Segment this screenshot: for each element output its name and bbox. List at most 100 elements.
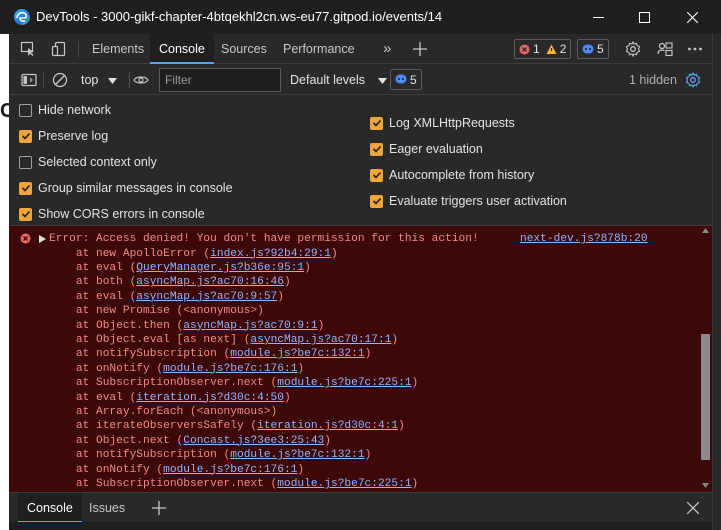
stack-frame-link[interactable]: Concast.js?3ee3:25:43	[183, 435, 324, 447]
error-message[interactable]: Error: Access denied! You don't have per…	[49, 232, 479, 246]
more-tabs-button[interactable]: »	[379, 34, 395, 64]
stack-frame-link[interactable]: index.js?92b4:29:1	[210, 248, 331, 260]
stack-frame-suffix: )	[411, 377, 419, 390]
gear-icon[interactable]	[685, 72, 701, 88]
checkbox[interactable]	[19, 207, 32, 221]
stack-frame: at Object.then (asyncMap.js?ac70:9:1)	[49, 319, 324, 333]
setting-option[interactable]: Selected context only	[19, 153, 157, 171]
checkbox[interactable]	[19, 181, 32, 195]
drawer-tab-console[interactable]: Console	[18, 493, 82, 523]
scroll-up-arrow[interactable]	[702, 228, 709, 233]
scrollbar[interactable]	[699, 226, 712, 492]
stack-frame-link[interactable]: iteration.js?d30c:4:1	[257, 420, 398, 432]
log-levels-dropdown[interactable]: Default levels	[290, 65, 387, 95]
stack-frame-link[interactable]: module.js?be7c:176:1	[163, 363, 297, 375]
stack-frame-link[interactable]: module.js?be7c:225:1	[277, 478, 411, 490]
gear-icon[interactable]	[625, 41, 641, 57]
plus-icon[interactable]	[151, 500, 167, 516]
stack-frame: at eval (iteration.js?d30c:4:50)	[49, 391, 291, 405]
console-messages: Error: Access denied! You don't have per…	[9, 226, 712, 492]
setting-option[interactable]: Show CORS errors in console	[19, 205, 205, 223]
issues-icon	[582, 44, 594, 53]
stack-frame: at onNotify (module.js?be7c:176:1)	[49, 463, 304, 477]
scroll-down-arrow[interactable]	[702, 483, 709, 488]
stack-frame-link[interactable]: asyncMap.js?ac70:17:1	[250, 334, 391, 346]
console-toolbar: top Default levels 5 1 hidden	[9, 65, 712, 95]
stack-frame-text: at notifySubscription (	[49, 449, 231, 462]
device-icon[interactable]	[51, 41, 67, 57]
stack-frame-text: at Object.eval [as next] (	[49, 333, 251, 346]
close-window-button[interactable]	[669, 0, 715, 34]
maximize-button[interactable]	[621, 0, 667, 34]
stack-frame-text: at onNotify (	[49, 463, 164, 476]
checkbox[interactable]	[19, 103, 32, 117]
issues-count: 5	[597, 42, 604, 56]
stack-frame: at iterateObserversSafely (iteration.js?…	[49, 419, 405, 433]
stack-frame-link[interactable]: module.js?be7c:225:1	[277, 377, 411, 389]
stack-frame-suffix: )	[391, 333, 399, 346]
stack-frame-text: at eval (	[49, 261, 137, 274]
checkbox[interactable]	[19, 129, 32, 143]
checkbox[interactable]	[370, 116, 383, 130]
warning-triangle-icon	[546, 44, 557, 54]
stack-frame-link[interactable]: asyncMap.js?ac70:16:46	[136, 276, 284, 288]
setting-label: Evaluate triggers user activation	[389, 194, 567, 208]
error-source-link[interactable]: next-dev.js?878b:20	[520, 233, 648, 245]
checkbox[interactable]	[370, 194, 383, 208]
context-selector[interactable]: top	[75, 65, 123, 95]
checkbox[interactable]	[19, 155, 32, 169]
scrollbar-thumb[interactable]	[701, 334, 710, 460]
tab-console[interactable]: Console	[150, 34, 214, 64]
clear-icon[interactable]	[52, 72, 68, 88]
stack-frame-text: at SubscriptionObserver.next (	[49, 377, 278, 390]
eye-icon[interactable]	[133, 72, 149, 88]
setting-option[interactable]: Hide network	[19, 101, 111, 119]
drawer-tab-issues[interactable]: Issues	[80, 493, 134, 523]
filter-input[interactable]	[159, 68, 281, 92]
setting-option[interactable]: Preserve log	[19, 127, 108, 145]
checkbox[interactable]	[370, 142, 383, 156]
setting-option[interactable]: Eager evaluation	[370, 140, 483, 158]
setting-option[interactable]: Autocomplete from history	[370, 166, 534, 184]
checkmark-icon	[372, 119, 381, 127]
stack-frame-link[interactable]: module.js?be7c:176:1	[163, 464, 297, 476]
more-icon[interactable]	[687, 41, 703, 57]
stack-frame-link[interactable]: asyncMap.js?ac70:9:57	[136, 291, 277, 303]
connect-icon[interactable]	[657, 41, 673, 57]
checkbox[interactable]	[370, 168, 383, 182]
error-warning-badge[interactable]: 1 2	[514, 39, 572, 59]
stack-frame-suffix: )	[398, 420, 405, 433]
warning-count: 2	[559, 42, 567, 56]
minimize-button[interactable]	[575, 0, 621, 34]
console-settings-panel: Hide network Preserve log Selected context…	[9, 95, 712, 226]
stack-frame-link[interactable]: asyncMap.js?ac70:9:1	[183, 320, 317, 332]
stack-frame-link[interactable]: iteration.js?d30c:4:50	[136, 392, 284, 404]
tab-performance[interactable]: Performance	[274, 34, 364, 64]
setting-option[interactable]: Log XMLHttpRequests	[370, 114, 515, 132]
expand-arrow-icon[interactable]	[39, 235, 46, 243]
setting-label: Selected context only	[38, 155, 157, 169]
title-bar[interactable]: DevTools - 3000-gikf-chapter-4btqekhl2cn…	[0, 0, 721, 34]
sidebar-icon[interactable]	[21, 72, 37, 88]
setting-option[interactable]: Evaluate triggers user activation	[370, 192, 567, 210]
console-issues-badge-content: 5	[395, 73, 417, 87]
window-edge	[712, 34, 721, 530]
stack-frame-suffix: )	[297, 362, 305, 375]
tab-elements[interactable]: Elements	[82, 34, 154, 64]
tab-sources[interactable]: Sources	[212, 34, 276, 64]
stack-frame-text: at eval (	[49, 290, 137, 303]
stack-frame-link[interactable]: module.js?be7c:132:1	[230, 449, 364, 461]
plus-icon[interactable]	[412, 41, 428, 57]
devtools-panel: Elements Console Sources Performance » 1…	[9, 34, 712, 530]
issues-badge[interactable]: 5	[577, 39, 609, 59]
setting-option[interactable]: Group similar messages in console	[19, 179, 233, 197]
console-issues-badge[interactable]: 5	[390, 69, 422, 90]
stack-frame: at SubscriptionObserver.next (module.js?…	[49, 376, 418, 390]
console-issues-count: 5	[410, 72, 417, 87]
close-icon[interactable]	[687, 502, 699, 514]
inspect-icon[interactable]	[20, 41, 36, 57]
caret-down-icon	[107, 77, 117, 84]
stack-frame-link[interactable]: QueryManager.js?b36e:95:1	[136, 262, 304, 274]
stack-frame-text: at new ApolloError (	[49, 247, 211, 260]
stack-frame-link[interactable]: module.js?be7c:132:1	[230, 348, 364, 360]
